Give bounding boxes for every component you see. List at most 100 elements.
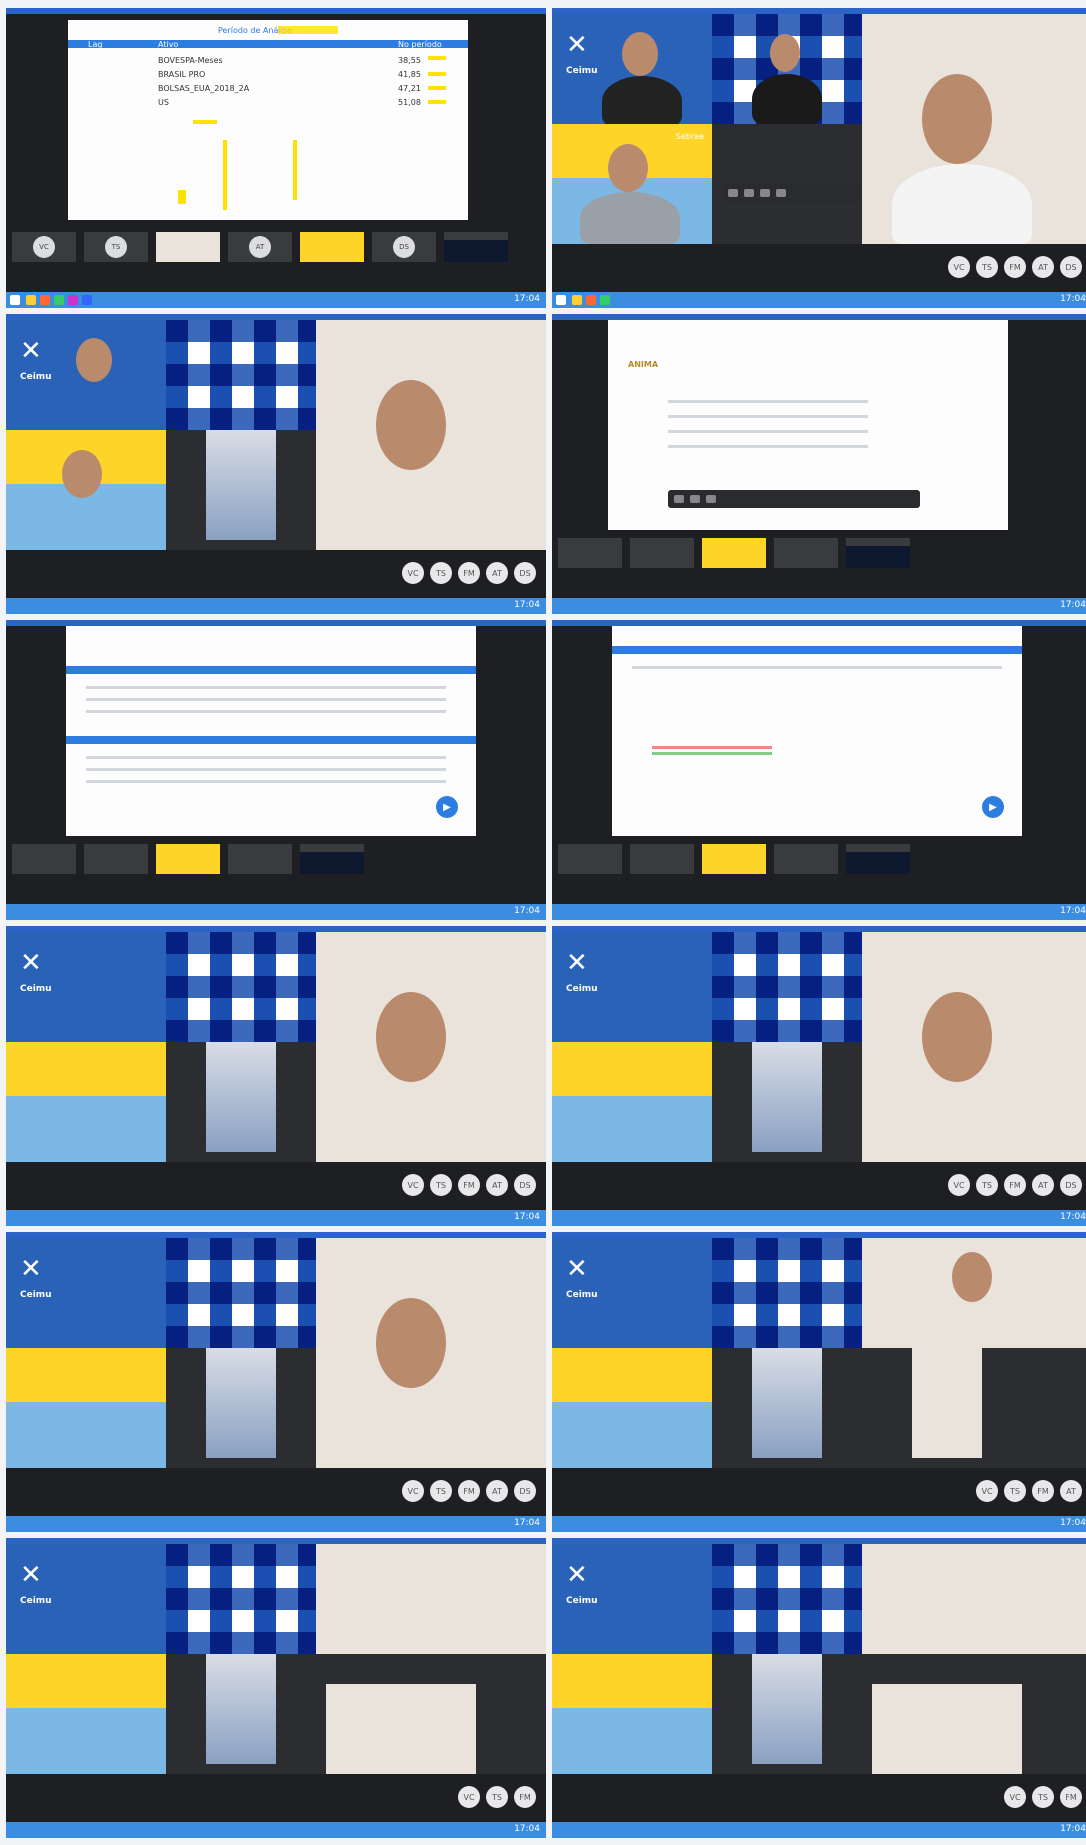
participant-thumb[interactable] [156,844,220,874]
participant-thumb[interactable] [774,538,838,568]
control-button[interactable]: VC [948,1174,970,1196]
play-icon[interactable]: ▶ [982,796,1004,818]
control-button[interactable]: FM [458,562,480,584]
control-button[interactable]: VC [458,1786,480,1808]
participant-face [622,32,658,76]
browser-icon[interactable] [586,295,596,305]
control-button[interactable]: VC [1004,1786,1026,1808]
control-button[interactable]: DS [514,562,536,584]
toolbar-icon[interactable] [760,189,770,197]
control-button[interactable]: VC [402,562,424,584]
participant-thumb[interactable] [444,232,508,262]
control-button[interactable]: TS [430,562,452,584]
browser-icon[interactable] [40,295,50,305]
control-button[interactable]: FM [1004,1174,1026,1196]
control-button[interactable]: AT [1032,256,1054,278]
control-button[interactable]: VC [976,1480,998,1502]
app-icon[interactable] [82,295,92,305]
control-button[interactable]: FM [1060,1786,1082,1808]
participant-thumb[interactable] [300,844,364,874]
participant-thumb[interactable] [558,844,622,874]
taskbar: 17:04 [6,904,546,920]
control-button[interactable]: TS [430,1174,452,1196]
participant-thumb[interactable]: DS [372,232,436,262]
participant-thumb[interactable] [156,232,220,262]
toolbar-icon[interactable] [690,495,700,503]
control-button[interactable]: TS [976,1174,998,1196]
video-tile-yellow [6,430,166,550]
hangup-icon[interactable] [706,495,716,503]
table-row: US [158,98,169,107]
screen-toolbar[interactable] [668,490,920,508]
video-tile-speaker [316,1544,546,1654]
control-button[interactable]: TS [1032,1786,1054,1808]
app-icon[interactable] [600,295,610,305]
control-button[interactable]: DS [514,1174,536,1196]
doc-line [668,445,868,448]
clock: 17:04 [1060,294,1086,304]
control-button[interactable]: DS [514,1480,536,1502]
toolbar-icon[interactable] [728,189,738,197]
participant-thumb[interactable] [558,538,622,568]
control-button[interactable]: FM [458,1174,480,1196]
participant-thumb[interactable] [12,844,76,874]
clock: 17:04 [1060,906,1086,916]
control-button[interactable]: AT [1060,1480,1082,1502]
participant-thumb[interactable] [228,844,292,874]
participant-thumb[interactable] [702,844,766,874]
participant-thumb[interactable]: AT [228,232,292,262]
highlight-annotation [428,86,446,90]
control-button[interactable]: TS [430,1480,452,1502]
participant-thumb[interactable] [846,538,910,568]
participant-thumb[interactable]: VC [12,232,76,262]
participant-thumb[interactable] [84,844,148,874]
highlight-annotation [278,26,338,34]
control-button[interactable]: VC [402,1480,424,1502]
brand-logo-text: Ceimu [566,1596,598,1606]
highlight-annotation [428,100,446,104]
start-icon[interactable] [556,295,566,305]
control-button[interactable]: FM [1032,1480,1054,1502]
meeting-frame-screenshare-table: ▶ 17:04 [6,620,546,920]
control-button[interactable]: AT [486,1480,508,1502]
control-button[interactable]: AT [486,1174,508,1196]
control-button[interactable]: TS [976,256,998,278]
app-icon[interactable] [54,295,64,305]
play-icon[interactable]: ▶ [436,796,458,818]
call-controls: VC TS FM AT DS [948,1174,1082,1202]
screen-toolbar[interactable] [722,184,862,202]
participant-thumb[interactable] [300,232,364,262]
folder-icon[interactable] [26,295,36,305]
control-button[interactable]: DS [1060,1174,1082,1196]
video-tile-speaker [316,1238,546,1468]
control-button[interactable]: FM [458,1480,480,1502]
control-button[interactable]: VC [948,256,970,278]
clock: 17:04 [1060,1212,1086,1222]
toolbar-icon[interactable] [674,495,684,503]
participant-thumb[interactable] [702,538,766,568]
control-button[interactable]: VC [402,1174,424,1196]
control-button[interactable]: FM [514,1786,536,1808]
participant-thumb[interactable] [630,844,694,874]
control-button[interactable]: DS [1060,256,1082,278]
video-tile-checker [166,1544,316,1654]
participant-body [602,76,682,124]
participant-thumb[interactable]: TS [84,232,148,262]
control-button[interactable]: TS [486,1786,508,1808]
folder-icon[interactable] [572,295,582,305]
participant-thumb[interactable] [846,844,910,874]
control-button[interactable]: AT [486,562,508,584]
table-row [86,768,446,771]
hangup-icon[interactable] [776,189,786,197]
participant-thumb[interactable] [774,844,838,874]
toolbar-icon[interactable] [744,189,754,197]
table-row [86,780,446,783]
participant-thumb[interactable] [630,538,694,568]
start-icon[interactable] [10,295,20,305]
call-controls: VC TS FM AT DS [402,562,536,590]
control-button[interactable]: AT [1032,1174,1054,1196]
control-button[interactable]: FM [1004,256,1026,278]
taskbar: 17:04 [6,598,546,614]
control-button[interactable]: TS [1004,1480,1026,1502]
app-icon[interactable] [68,295,78,305]
